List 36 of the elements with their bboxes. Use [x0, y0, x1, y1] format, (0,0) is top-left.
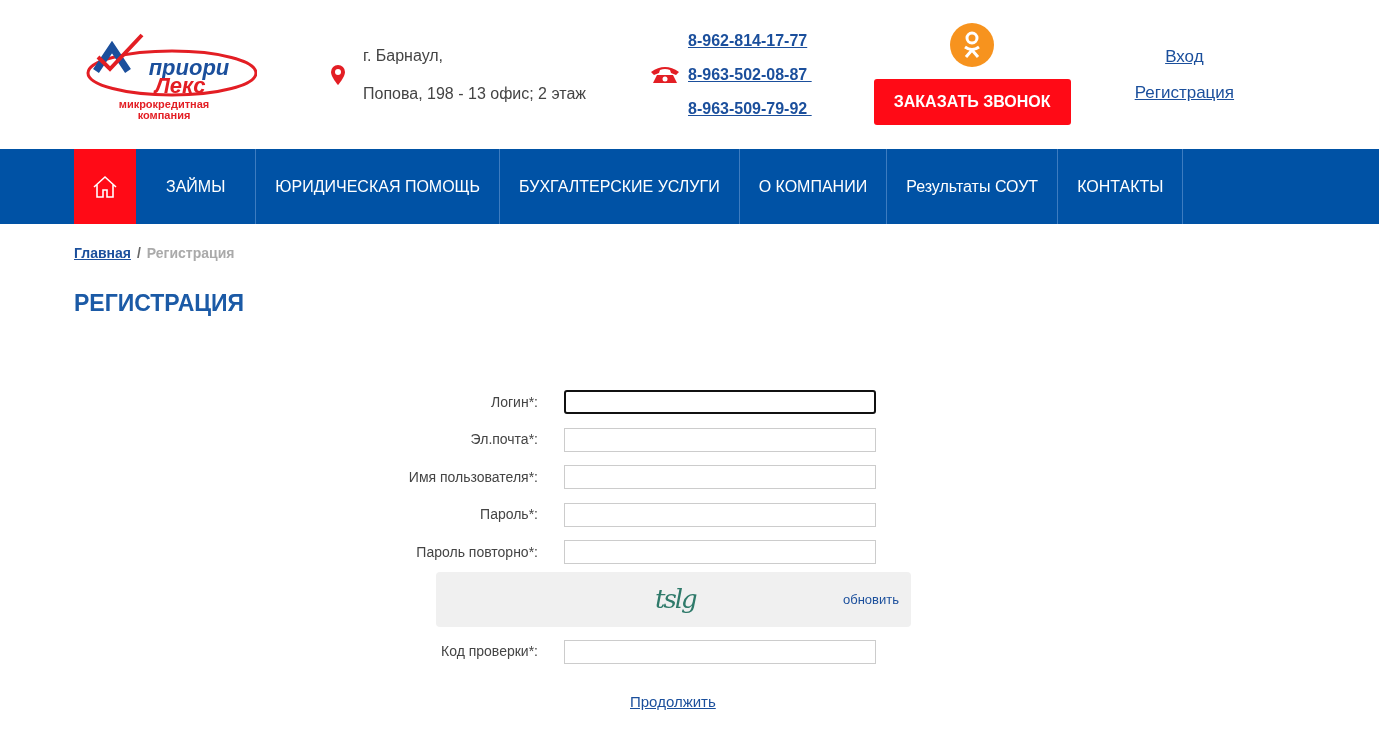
field-label: Эл.почта*:	[469, 430, 539, 450]
field-label: Код проверки*:	[440, 642, 539, 662]
continue-link[interactable]: Продолжить	[630, 690, 716, 713]
nav-tab[interactable]: БУХГАЛТЕРСКИЕ УСЛУГИ	[500, 149, 740, 224]
nav-tab[interactable]: О КОМПАНИИ	[739, 149, 888, 224]
refresh-link[interactable]: обновить	[843, 589, 899, 610]
field-label: Имя пользователя*:	[407, 467, 539, 487]
breadcrumb-link[interactable]: Главная	[74, 243, 131, 264]
phone-link[interactable]: 8-962-814-17-77	[688, 30, 812, 51]
input-field[interactable]	[564, 390, 876, 415]
nav-tab[interactable]: Результаты СОУТ	[887, 149, 1059, 224]
breadcrumb-separator: /	[136, 244, 141, 263]
field-label: Логин*:	[490, 392, 539, 412]
breadcrumb-current: Регистрация	[146, 244, 235, 263]
phone-link[interactable]: 8-963-502-08-87	[688, 64, 812, 85]
nav-tab[interactable]: ЮРИДИЧЕСКАЯ ПОМОЩЬ	[256, 149, 501, 224]
logo-tagline: микрокредитная	[118, 98, 210, 110]
field-label: Пароль повторно*:	[415, 542, 539, 562]
home-icon	[92, 174, 118, 199]
auth-link[interactable]: Вход	[1165, 44, 1204, 70]
company-logo[interactable]: приори Лекс микрокредитная компания	[74, 24, 254, 125]
location-pin-icon	[330, 64, 346, 85]
home-tab[interactable]	[74, 149, 136, 224]
captcha-image: tslg	[655, 583, 696, 616]
callback-button[interactable]: ЗАКАЗАТЬ ЗВОНОК	[873, 78, 1071, 125]
page-title: РЕГИСТРАЦИЯ	[74, 289, 246, 318]
phone-link[interactable]: 8-963-509-79-92	[688, 98, 812, 119]
nav-tab[interactable]: КОНТАКТЫ	[1058, 149, 1184, 224]
phone-icon	[650, 65, 681, 84]
address-text: г. Барнаул,	[363, 45, 445, 66]
nav-tab[interactable]: ЗАЙМЫ	[136, 149, 257, 224]
social-icon[interactable]	[950, 22, 995, 67]
logo-tagline: компания	[137, 109, 191, 121]
auth-link[interactable]: Регистрация	[1134, 79, 1235, 105]
address-text: Попова, 198 - 13 офис; 2 этаж	[363, 83, 587, 104]
field-label: Пароль*:	[479, 505, 539, 525]
